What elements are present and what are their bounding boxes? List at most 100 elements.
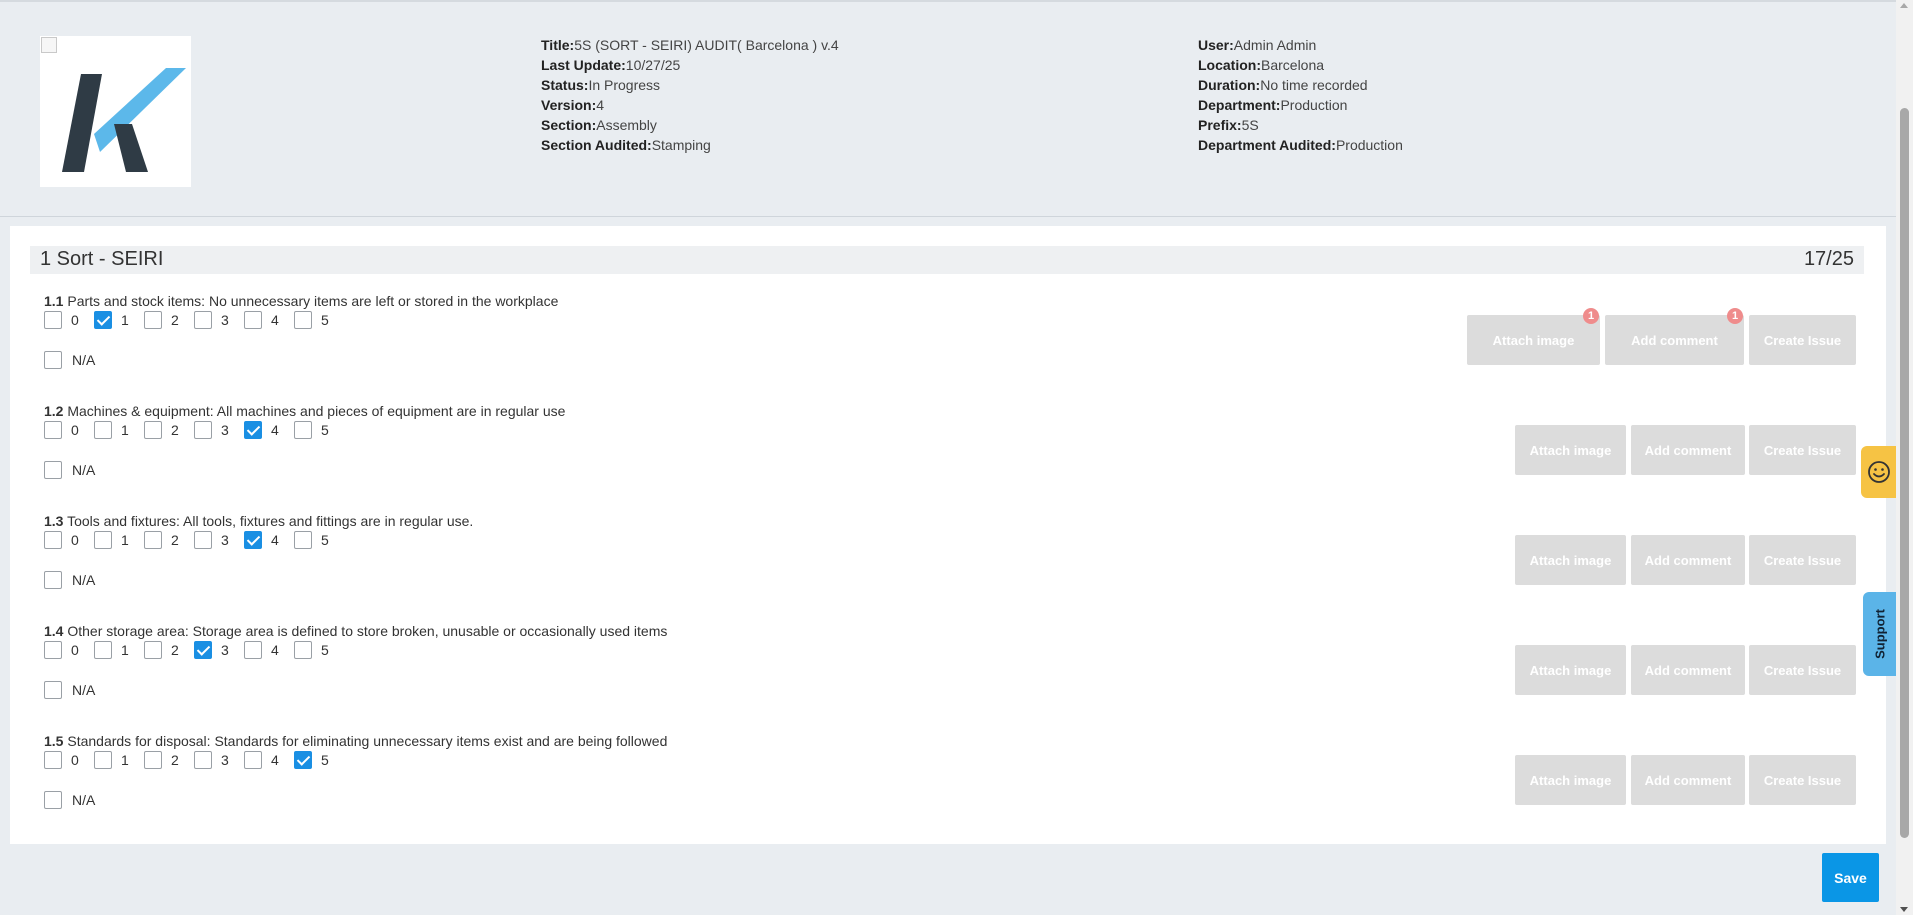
score-checkbox[interactable] (94, 641, 112, 659)
na-checkbox[interactable] (44, 461, 62, 479)
attach-image-button[interactable]: Attach image (1515, 645, 1626, 695)
score-checkbox[interactable] (194, 311, 212, 329)
score-label: 4 (271, 642, 279, 658)
question-title: 1.5 Standards for disposal: Standards fo… (44, 733, 667, 749)
question-row: 1.5 Standards for disposal: Standards fo… (44, 733, 1874, 833)
score-checkbox[interactable] (244, 751, 262, 769)
audit-section-panel: 1 Sort - SEIRI 17/25 1.1 Parts and stock… (10, 226, 1886, 844)
add-comment-button[interactable]: Add comment (1631, 535, 1745, 585)
score-label: 2 (171, 642, 179, 658)
add-comment-button[interactable]: Add comment (1631, 645, 1745, 695)
score-checkbox[interactable] (94, 421, 112, 439)
page-scrollbar[interactable] (1896, 0, 1913, 915)
add-comment-label: Add comment (1644, 552, 1732, 568)
create-issue-button[interactable]: Create Issue (1749, 315, 1856, 365)
attach-image-label: Attach image (1529, 442, 1612, 458)
score-label: 1 (121, 752, 129, 768)
score-checkbox[interactable] (194, 641, 212, 659)
score-label: 0 (71, 312, 79, 328)
add-comment-button[interactable]: Add comment (1631, 425, 1745, 475)
attach-image-button[interactable]: Attach image 1 (1467, 308, 1600, 365)
score-checkbox[interactable] (144, 421, 162, 439)
score-checkbox[interactable] (44, 641, 62, 659)
question-title: 1.2 Machines & equipment: All machines a… (44, 403, 565, 419)
question-text: Machines & equipment: All machines and p… (67, 403, 566, 419)
score-checkbox[interactable] (94, 311, 112, 329)
score-checkbox[interactable] (94, 751, 112, 769)
meta-department: Department:Production (1198, 97, 1348, 113)
question-number: 1.3 (44, 513, 64, 529)
score-checkbox[interactable] (144, 531, 162, 549)
score-checkbox[interactable] (44, 751, 62, 769)
create-issue-button[interactable]: Create Issue (1749, 645, 1856, 695)
create-issue-button[interactable]: Create Issue (1749, 425, 1856, 475)
score-checkbox[interactable] (244, 531, 262, 549)
attach-image-button[interactable]: Attach image (1515, 755, 1626, 805)
create-issue-button[interactable]: Create Issue (1749, 755, 1856, 805)
score-checkbox[interactable] (44, 421, 62, 439)
score-label: 1 (121, 532, 129, 548)
add-comment-label: Add comment (1631, 332, 1718, 348)
score-checkbox[interactable] (94, 531, 112, 549)
score-checkbox[interactable] (294, 311, 312, 329)
create-issue-button[interactable]: Create Issue (1749, 535, 1856, 585)
attach-image-button[interactable]: Attach image (1515, 425, 1626, 475)
score-checkbox[interactable] (194, 531, 212, 549)
score-checkbox[interactable] (244, 421, 262, 439)
count-badge: 1 (1727, 308, 1743, 324)
attach-image-label: Attach image (1529, 552, 1612, 568)
score-label: 3 (221, 312, 229, 328)
question-title: 1.3 Tools and fixtures: All tools, fixtu… (44, 513, 473, 529)
score-checkbox[interactable] (194, 421, 212, 439)
score-checkbox[interactable] (244, 311, 262, 329)
na-label: N/A (72, 352, 96, 368)
create-issue-label: Create Issue (1763, 552, 1842, 568)
score-checkbox[interactable] (294, 641, 312, 659)
question-title: 1.4 Other storage area: Storage area is … (44, 623, 667, 639)
score-checkbox[interactable] (44, 531, 62, 549)
na-checkbox[interactable] (44, 791, 62, 809)
na-label: N/A (72, 682, 96, 698)
score-checkbox[interactable] (144, 751, 162, 769)
question-title: 1.1 Parts and stock items: No unnecessar… (44, 293, 558, 309)
add-comment-button[interactable]: Add comment 1 (1605, 308, 1744, 365)
scrollbar-thumb[interactable] (1900, 108, 1909, 838)
score-label: 0 (71, 752, 79, 768)
header-meta-left: Title:5S (SORT - SEIRI) AUDIT( Barcelona… (541, 35, 839, 155)
question-text: Other storage area: Storage area is defi… (67, 623, 668, 639)
score-checkbox[interactable] (144, 641, 162, 659)
score-checkbox[interactable] (44, 311, 62, 329)
score-label: 4 (271, 532, 279, 548)
add-comment-button[interactable]: Add comment (1631, 755, 1745, 805)
question-row: 1.1 Parts and stock items: No unnecessar… (44, 293, 1874, 393)
score-label: 5 (321, 642, 329, 658)
score-checkbox[interactable] (294, 531, 312, 549)
meta-department-audited: Department Audited:Production (1198, 137, 1403, 153)
na-checkbox[interactable] (44, 351, 62, 369)
question-row: 1.2 Machines & equipment: All machines a… (44, 403, 1874, 503)
score-checkbox[interactable] (294, 751, 312, 769)
score-checkbox[interactable] (194, 751, 212, 769)
na-checkbox[interactable] (44, 681, 62, 699)
score-label: 0 (71, 422, 79, 438)
support-tab[interactable]: Support (1863, 592, 1896, 676)
scroll-up-icon[interactable] (1900, 3, 1908, 8)
section-score: 17/25 (1803, 248, 1854, 270)
na-checkbox[interactable] (44, 571, 62, 589)
feedback-widget[interactable] (1861, 446, 1896, 498)
question-row: 1.3 Tools and fixtures: All tools, fixtu… (44, 513, 1874, 613)
score-label: 2 (171, 532, 179, 548)
k-logo-icon (62, 68, 186, 172)
attach-image-button[interactable]: Attach image (1515, 535, 1626, 585)
meta-last-update: Last Update:10/27/25 (541, 57, 681, 73)
score-checkbox[interactable] (144, 311, 162, 329)
attach-image-label: Attach image (1529, 772, 1612, 788)
meta-section-audited: Section Audited:Stamping (541, 137, 711, 153)
save-button[interactable]: Save (1822, 853, 1879, 902)
meta-user: User:Admin Admin (1198, 37, 1317, 53)
score-label: 0 (71, 642, 79, 658)
score-checkbox[interactable] (294, 421, 312, 439)
section-header: 1 Sort - SEIRI 17/25 (30, 246, 1864, 274)
scroll-down-icon[interactable] (1900, 907, 1908, 912)
score-checkbox[interactable] (244, 641, 262, 659)
